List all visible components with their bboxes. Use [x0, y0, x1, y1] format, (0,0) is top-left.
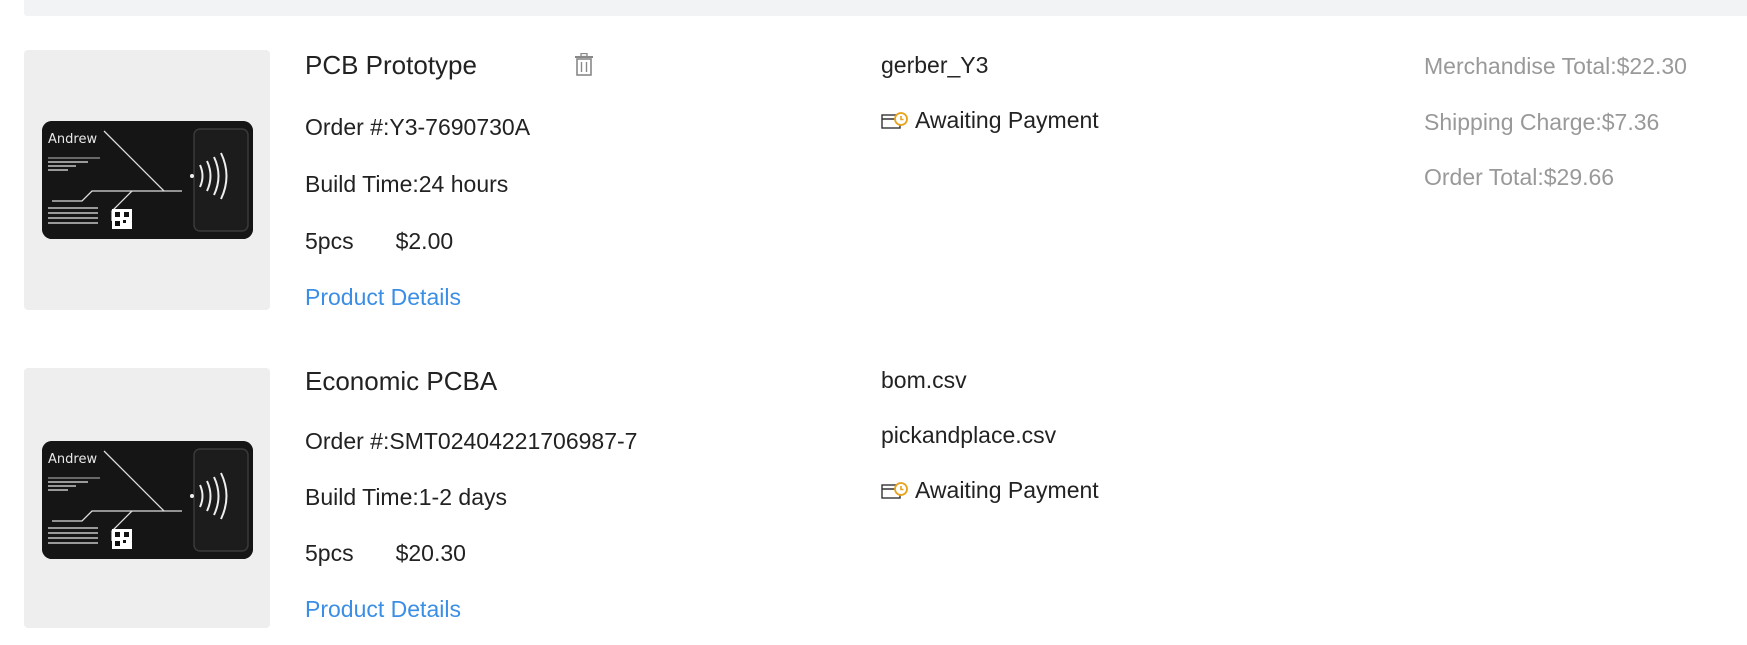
product-thumbnail[interactable]: Andrew: [24, 50, 270, 310]
product-name: PCB Prototype: [305, 50, 477, 80]
order-total: Order Total:$29.66: [1424, 164, 1615, 190]
svg-text:Andrew: Andrew: [48, 452, 97, 467]
awaiting-payment-icon: [881, 481, 908, 499]
order-number: Order #:Y3-7690730A: [305, 114, 531, 140]
status-text: Awaiting Payment: [915, 107, 1099, 133]
file-name[interactable]: pickandplace.csv: [881, 422, 1056, 449]
build-time: Build Time:24 hours: [305, 171, 509, 197]
shipping-charge: Shipping Charge:$7.36: [1424, 109, 1660, 135]
unit-price: $20.30: [395, 540, 466, 566]
qty-price: 5pcs $20.30: [305, 540, 466, 567]
product-details-link[interactable]: Product Details: [305, 596, 461, 623]
order-status: Awaiting Payment: [881, 107, 1099, 134]
file-name[interactable]: gerber_Y3: [881, 52, 988, 79]
product-name: Economic PCBA: [305, 366, 498, 396]
pcb-card-image: Andrew: [42, 121, 253, 239]
build-time: Build Time:1-2 days: [305, 484, 507, 510]
svg-text:Andrew: Andrew: [48, 132, 97, 147]
order-status: Awaiting Payment: [881, 477, 1099, 504]
status-text: Awaiting Payment: [915, 477, 1099, 503]
qty-price: 5pcs $2.00: [305, 228, 453, 255]
product-thumbnail[interactable]: Andrew: [24, 368, 270, 628]
quantity: 5pcs: [305, 540, 354, 566]
file-name[interactable]: bom.csv: [881, 367, 967, 394]
pcb-card-image: Andrew: [42, 441, 253, 559]
order-number: Order #:SMT02404221706987-7: [305, 428, 638, 454]
product-details-link[interactable]: Product Details: [305, 284, 461, 311]
trash-icon[interactable]: [573, 53, 595, 77]
awaiting-payment-icon: [881, 111, 908, 129]
merchandise-total: Merchandise Total:$22.30: [1424, 53, 1687, 79]
unit-price: $2.00: [395, 228, 454, 254]
top-header-bar: [24, 0, 1747, 16]
quantity: 5pcs: [305, 228, 354, 254]
